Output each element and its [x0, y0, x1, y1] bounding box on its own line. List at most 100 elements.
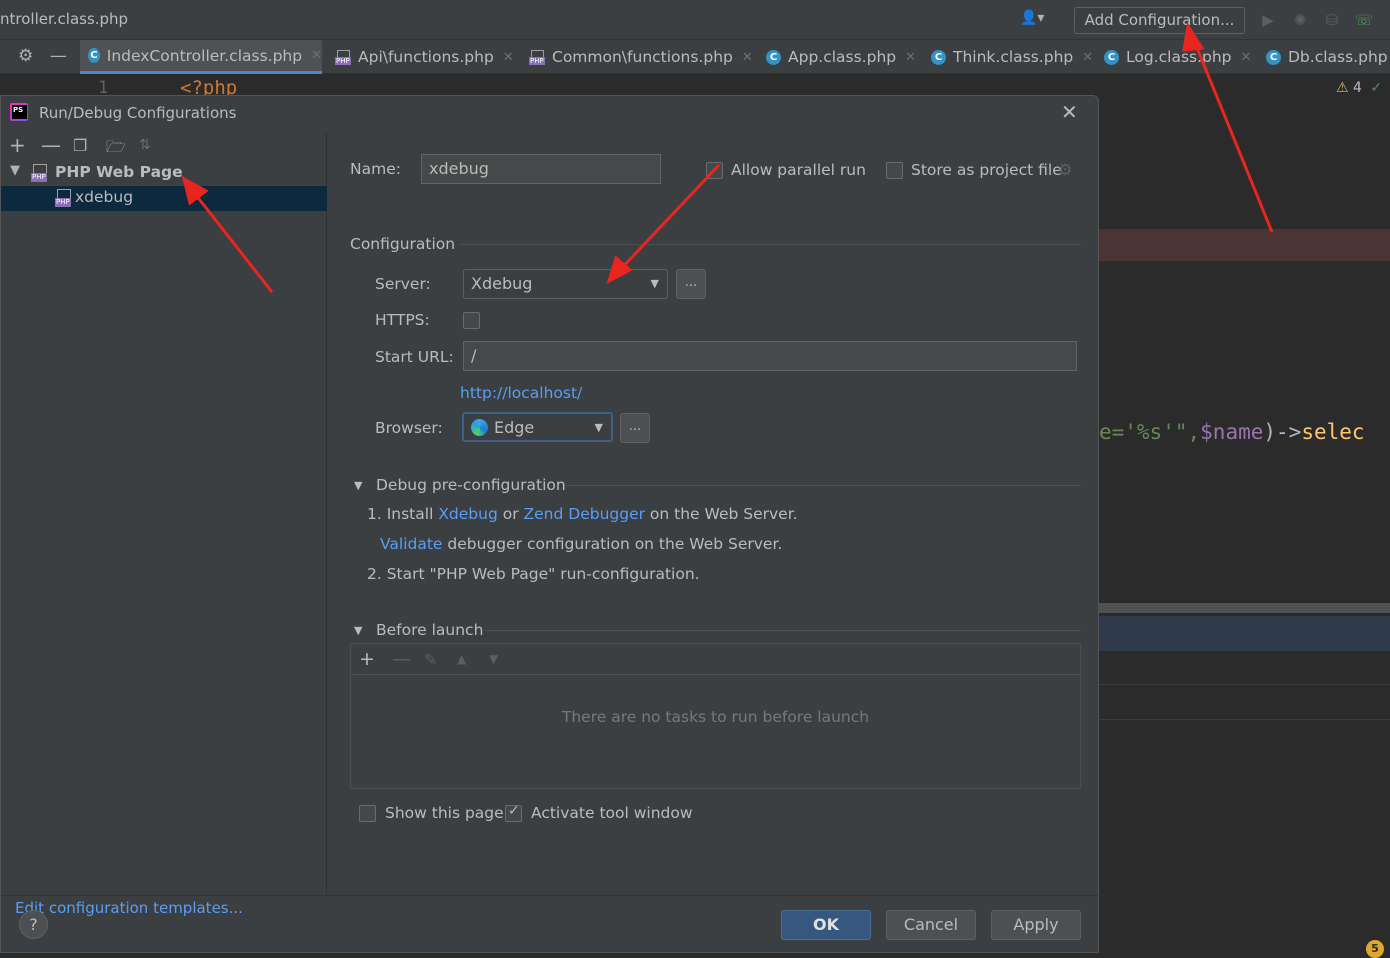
store-as-project-file-checkbox[interactable]	[886, 162, 903, 179]
error-line-highlight	[1099, 229, 1390, 261]
class-icon: C	[1104, 49, 1119, 65]
tree-item-label: xdebug	[75, 188, 134, 206]
zend-debugger-link[interactable]: Zend Debugger	[524, 505, 645, 523]
tab-common-functions[interactable]: Common\functions.php ✕	[521, 40, 755, 74]
check-icon: ✓	[1370, 80, 1383, 96]
close-tab-icon[interactable]: ✕	[1082, 50, 1093, 65]
ide-title-bar: ntroller.class.php 👤▾ Add Configuration.…	[0, 0, 1390, 40]
close-icon[interactable]: ✕	[1061, 100, 1078, 124]
tool-window-body	[1099, 721, 1390, 953]
tab-api-functions[interactable]: Api\functions.php ✕	[327, 40, 517, 74]
allow-parallel-run-label[interactable]: Allow parallel run	[731, 161, 866, 179]
close-tab-icon[interactable]: ✕	[503, 50, 514, 65]
activate-tool-window-label[interactable]: Activate tool window	[531, 804, 693, 822]
coverage-icon[interactable]: ⛁	[1322, 10, 1342, 30]
close-tab-icon[interactable]: ✕	[905, 50, 916, 65]
tree-item-xdebug[interactable]: PHP xdebug	[1, 186, 327, 211]
user-account-icon[interactable]: 👤▾	[1020, 10, 1054, 30]
remove-icon[interactable]: —	[41, 133, 61, 157]
gear-icon[interactable]: ⚙	[1058, 160, 1072, 179]
copy-icon[interactable]: ❐	[73, 136, 87, 155]
add-icon[interactable]: +	[9, 133, 26, 157]
show-this-page-label[interactable]: Show this page	[385, 804, 504, 822]
separator	[460, 244, 1081, 245]
inspection-widget[interactable]: ⚠ 4 ✓	[1336, 80, 1382, 96]
https-checkbox[interactable]	[463, 312, 480, 329]
move-up-icon[interactable]: ▲	[457, 652, 466, 666]
php-listen-debug-icon[interactable]: ☏	[1354, 10, 1374, 30]
tab-think-class[interactable]: C Think.class.php ✕	[923, 40, 1095, 74]
notification-badge[interactable]: 5	[1366, 940, 1384, 958]
tab-label: Api\functions.php	[358, 48, 494, 66]
tree-toolbar: + — ❐ 🗁 ⇅	[1, 132, 327, 160]
tool-window-row	[1099, 686, 1390, 720]
tab-label: IndexController.class.php	[106, 46, 303, 65]
class-icon: C	[766, 49, 781, 65]
remove-task-icon[interactable]: —	[392, 648, 411, 670]
collapse-triangle-icon[interactable]: ▼	[354, 479, 362, 492]
tab-label: App.class.php	[788, 48, 897, 66]
start-url-field[interactable]: /	[463, 341, 1077, 371]
editor-area	[1099, 543, 1390, 605]
close-tab-icon[interactable]: ✕	[311, 48, 322, 63]
add-configuration-button[interactable]: Add Configuration...	[1074, 7, 1245, 34]
sort-icon[interactable]: ⇅	[139, 137, 151, 153]
code-operator: )->	[1263, 420, 1302, 444]
cancel-button[interactable]: Cancel	[886, 910, 976, 940]
tab-db-class[interactable]: C Db.class.php	[1258, 40, 1390, 74]
edit-pencil-icon[interactable]: ✎	[424, 650, 437, 669]
show-this-page-checkbox[interactable]	[359, 805, 376, 822]
browser-browse-button[interactable]: ...	[620, 413, 650, 443]
help-button[interactable]: ?	[19, 910, 48, 939]
run-debug-configurations-dialog: Run/Debug Configurations ✕ + — ❐ 🗁 ⇅ ▼ P…	[0, 95, 1099, 953]
validate-link[interactable]: Validate	[380, 535, 442, 553]
expand-arrow-icon[interactable]: ▼	[10, 163, 20, 178]
server-dropdown[interactable]: Xdebug ▼	[463, 269, 668, 299]
dialog-footer: ? OK Cancel Apply	[1, 895, 1098, 952]
class-icon: C	[88, 48, 100, 63]
xdebug-link[interactable]: Xdebug	[438, 505, 498, 523]
tab-label: Common\functions.php	[552, 48, 733, 66]
activate-tool-window-checkbox[interactable]	[505, 803, 522, 822]
browser-value: Edge	[494, 418, 535, 437]
server-browse-button[interactable]: ...	[676, 269, 706, 299]
apply-button[interactable]: Apply	[991, 910, 1081, 940]
before-launch-task-list: + — ✎ ▲ ▼ There are no tasks to run befo…	[350, 643, 1081, 789]
resolved-url-link[interactable]: http://localhost/	[460, 384, 582, 402]
before-launch-section-title[interactable]: Before launch	[376, 621, 483, 639]
debug-preconfig-section-title[interactable]: Debug pre-configuration	[376, 476, 566, 494]
dialog-title-bar: Run/Debug Configurations ✕	[1, 96, 1098, 132]
project-tools: ⚙ —	[0, 40, 80, 74]
browser-dropdown[interactable]: Edge ▼	[462, 412, 613, 442]
ok-button[interactable]: OK	[781, 910, 871, 940]
collapse-minus-icon[interactable]: —	[50, 46, 67, 66]
configuration-section-title: Configuration	[350, 235, 456, 253]
chevron-down-icon: ▼	[650, 277, 659, 290]
php-web-page-icon: PHP	[55, 189, 75, 207]
class-icon: C	[1266, 49, 1281, 65]
move-to-folder-icon[interactable]: 🗁	[106, 136, 126, 163]
code-fragment: e='%s'",$name)->selec	[1099, 420, 1365, 444]
code-variable: $name	[1200, 420, 1264, 444]
horizontal-scrollbar[interactable]	[1099, 603, 1390, 613]
store-as-project-file-label[interactable]: Store as project file	[911, 161, 1062, 179]
before-launch-toolbar: + — ✎ ▲ ▼	[351, 644, 1080, 675]
name-field[interactable]: xdebug	[421, 154, 661, 184]
warning-count: 4	[1353, 80, 1362, 96]
tab-app-class[interactable]: C App.class.php ✕	[758, 40, 920, 74]
add-task-icon[interactable]: +	[359, 648, 375, 670]
collapse-triangle-icon[interactable]: ▼	[354, 624, 362, 637]
close-tab-icon[interactable]: ✕	[742, 50, 753, 65]
run-icon[interactable]: ▶	[1258, 10, 1278, 30]
step1-prefix: 1. Install	[367, 505, 439, 523]
tab-indexcontroller[interactable]: C IndexController.class.php ✕	[80, 40, 322, 74]
php-file-icon	[529, 49, 547, 65]
tab-log-class[interactable]: C Log.class.php ✕	[1096, 40, 1256, 74]
settings-gear-icon[interactable]: ⚙	[18, 46, 33, 66]
tree-group-php-web-page[interactable]: ▼ PHP PHP Web Page	[1, 161, 327, 186]
debug-icon[interactable]: ✺	[1290, 10, 1310, 30]
allow-parallel-run-checkbox[interactable]	[706, 162, 723, 179]
preconfig-step-1: 1. Install Xdebug or Zend Debugger on th…	[367, 505, 798, 523]
close-tab-icon[interactable]: ✕	[1241, 50, 1252, 65]
move-down-icon[interactable]: ▼	[489, 652, 498, 666]
